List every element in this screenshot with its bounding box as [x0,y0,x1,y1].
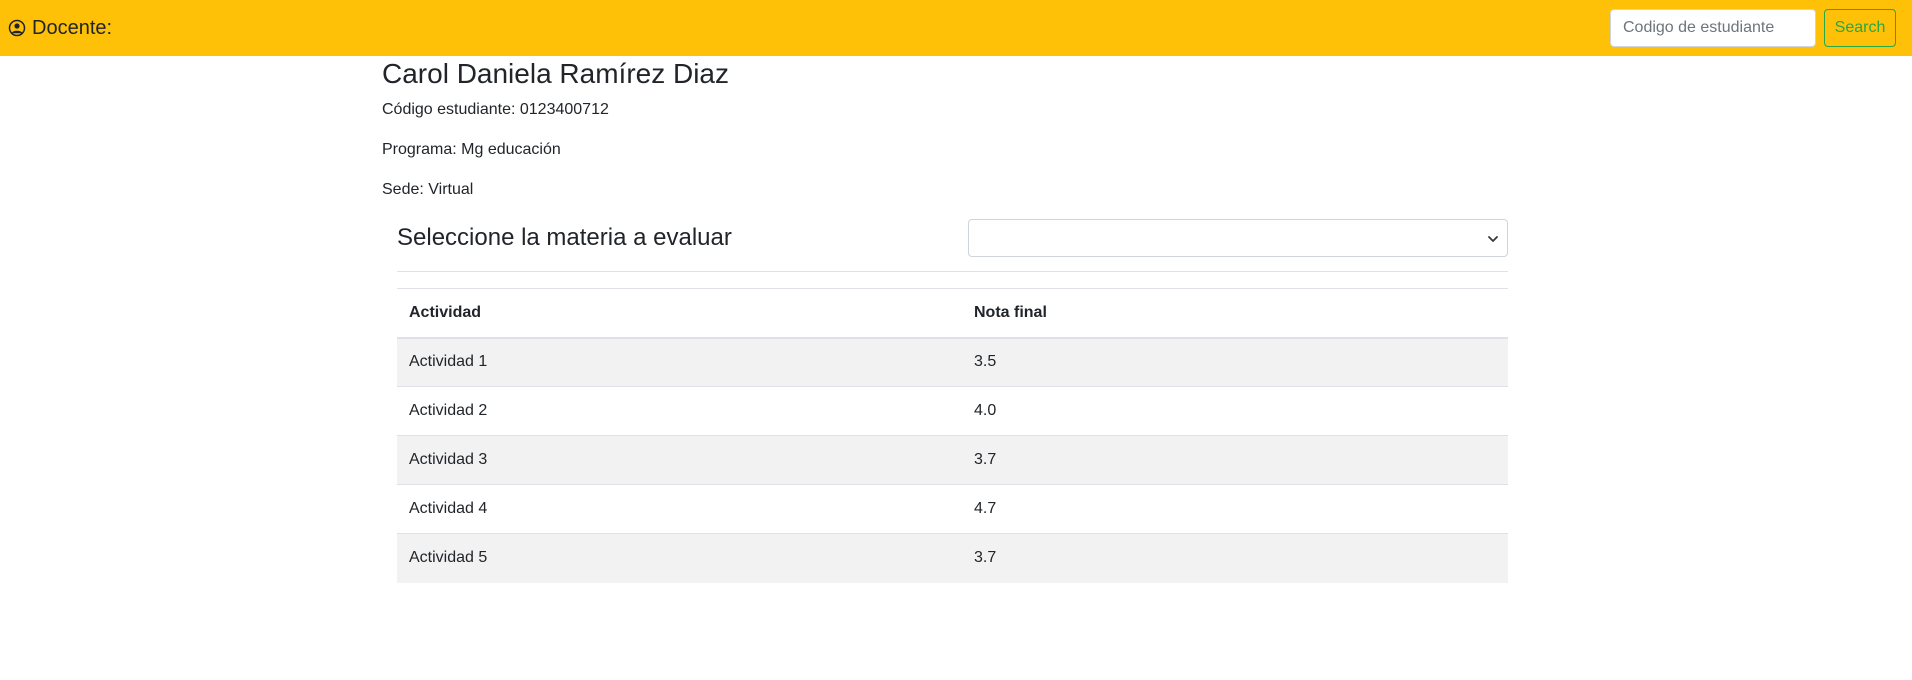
navbar-brand[interactable]: Docente: [0,17,112,40]
search-button[interactable]: Search [1824,9,1896,47]
brand-label: Docente: [32,16,113,39]
top-navbar: Docente: Search [0,0,1912,56]
table-row: Actividad 5 3.7 [397,533,1508,583]
table-header-row: Actividad Nota final [397,288,1508,339]
grade-cell: 3.7 [962,533,1508,583]
student-name: Carol Daniela Ramírez Diaz [382,58,730,89]
column-header-final-grade: Nota final [962,288,1508,339]
activity-cell: Actividad 1 [397,337,962,387]
user-circle-icon [8,19,26,37]
student-program: Programa: Mg educación [382,141,561,158]
student-site: Sede: Virtual [382,181,474,198]
grade-cell: 4.0 [962,386,1508,436]
student-code: Código estudiante: 0123400712 [382,101,609,118]
subject-select-title: Seleccione la materia a evaluar [397,223,732,251]
activity-cell: Actividad 4 [397,484,962,534]
grade-cell: 3.7 [962,435,1508,485]
table-row: Actividad 3 3.7 [397,435,1508,485]
activity-cell: Actividad 5 [397,533,962,583]
chevron-down-icon [1487,232,1499,244]
search-form: Search [1610,9,1912,47]
subject-select[interactable] [968,218,1508,257]
table-row: Actividad 4 4.7 [397,484,1508,534]
activity-cell: Actividad 3 [397,435,962,485]
table-row: Actividad 1 3.5 [397,337,1508,387]
column-header-activity: Actividad [397,288,962,339]
grades-card: Seleccione la materia a evaluar Activida… [397,218,1508,583]
main-content: Carol Daniela Ramírez Diaz Código estudi… [382,56,1508,583]
activity-cell: Actividad 2 [397,386,962,436]
table-row: Actividad 2 4.0 [397,386,1508,436]
student-code-search-input[interactable] [1610,9,1816,47]
grade-cell: 4.7 [962,484,1508,534]
grade-cell: 3.5 [962,337,1508,387]
grades-table: Actividad Nota final Actividad 1 3.5 Act… [397,288,1508,583]
subject-select-row: Seleccione la materia a evaluar [397,218,1508,272]
